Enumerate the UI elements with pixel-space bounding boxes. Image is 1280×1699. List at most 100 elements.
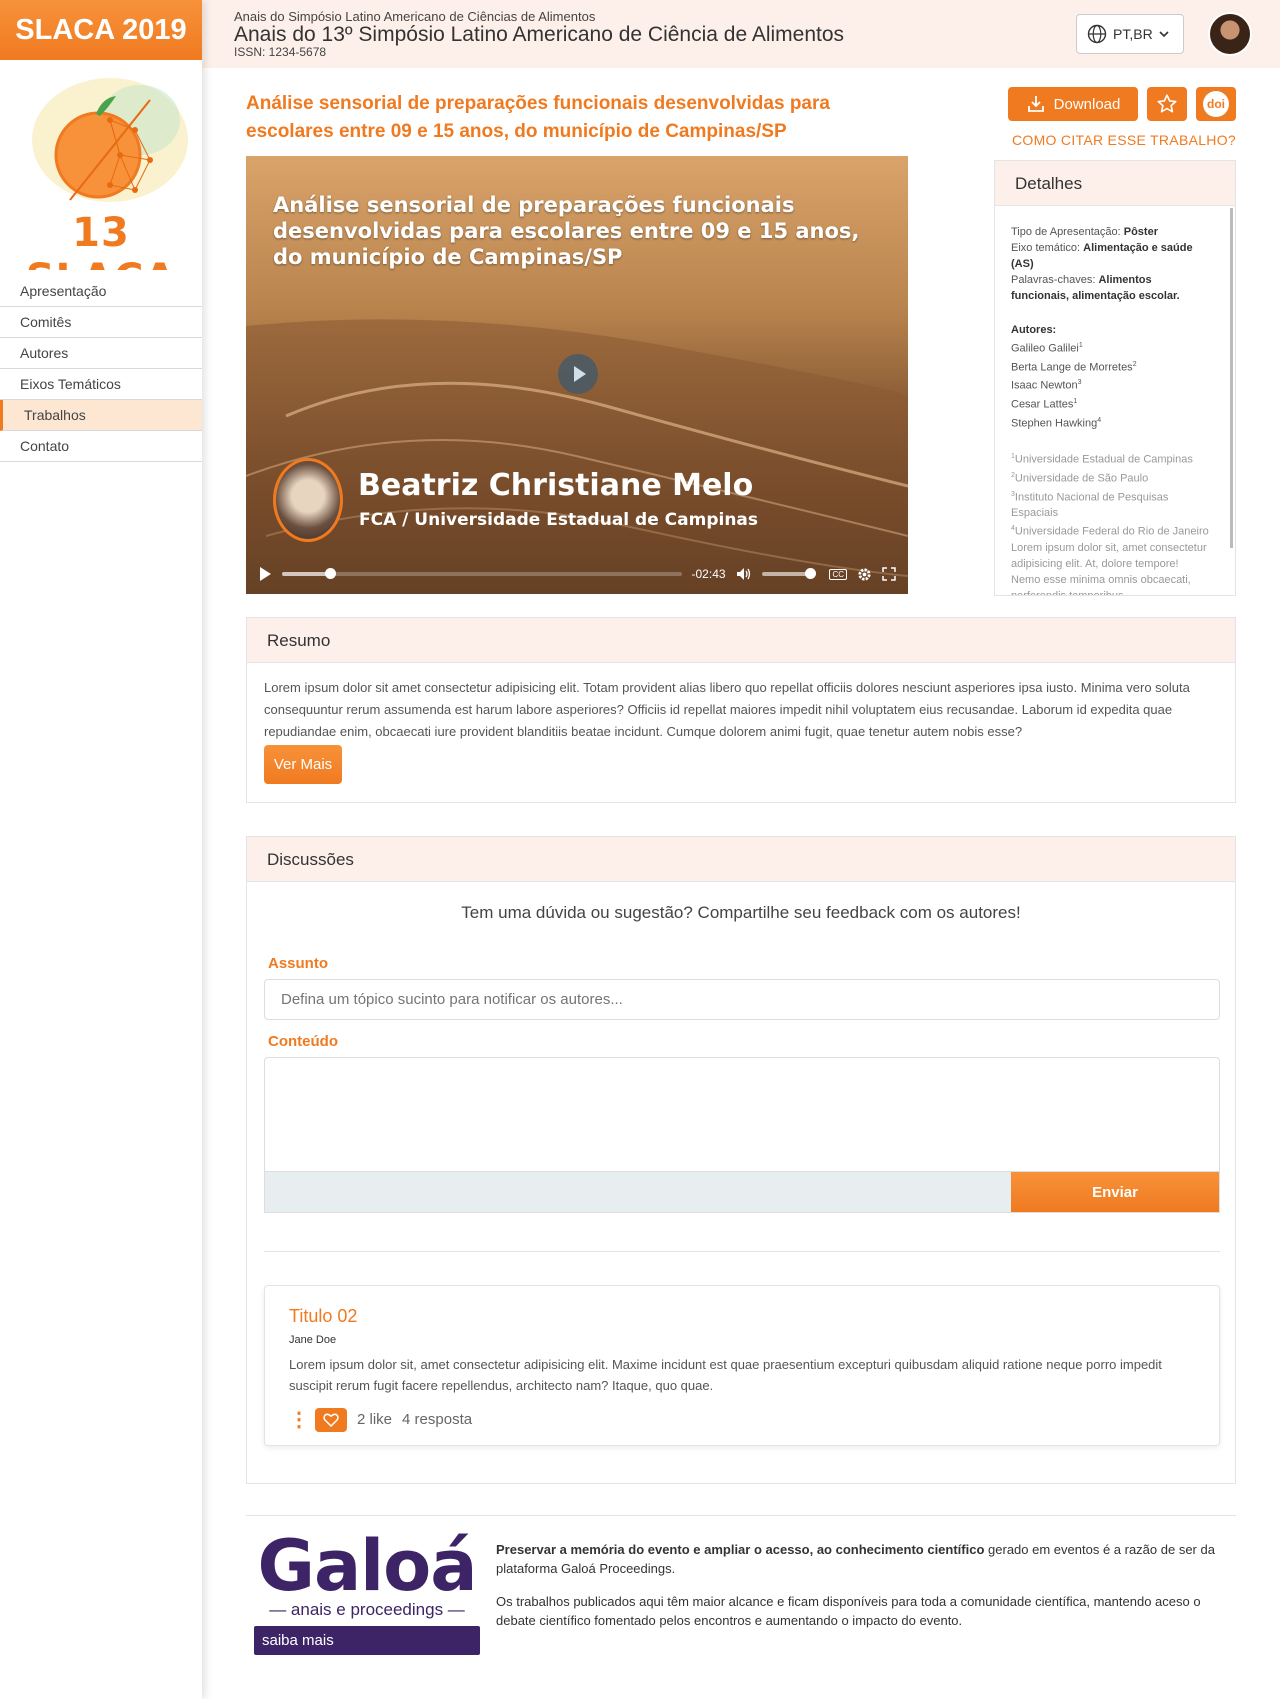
sidebar-nav: Apresentação Comitês Autores Eixos Temát…: [0, 276, 202, 462]
galoa-logo: Galoá — anais e proceedings — saiba mais: [254, 1530, 480, 1655]
language-label: PT,BR: [1113, 26, 1153, 42]
assunto-input[interactable]: [264, 979, 1220, 1020]
conteudo-label: Conteúdo: [268, 1033, 338, 1050]
paper-actions: Download doi: [1008, 87, 1236, 121]
resumo-panel: Resumo Lorem ipsum dolor sit amet consec…: [246, 617, 1236, 803]
star-icon: [1157, 94, 1177, 113]
details-heading: Detalhes: [995, 161, 1235, 206]
speaker-name: Beatriz Christiane Melo: [358, 468, 754, 503]
author-item[interactable]: Berta Lange de Morretes2: [1011, 357, 1209, 376]
logo-text: 13 SLACA: [26, 210, 176, 270]
comment-card: Titulo 02 Jane Doe Lorem ipsum dolor sit…: [264, 1285, 1220, 1446]
author-item[interactable]: Galileo Galilei1: [1011, 338, 1209, 357]
galoa-wordmark: Galoá: [257, 1525, 477, 1607]
language-selector[interactable]: PT,BR: [1076, 14, 1184, 54]
replies-link[interactable]: 4 resposta: [402, 1411, 472, 1428]
top-header: Anais do Simpósio Latino Americano de Ci…: [202, 0, 1280, 68]
divider: [264, 1251, 1220, 1252]
comment-author: Jane Doe: [289, 1334, 337, 1346]
settings-icon[interactable]: [857, 567, 872, 582]
affiliation-item: 2Universidade de São Paulo: [1011, 471, 1149, 485]
affiliation-item: 4Universidade Federal do Rio de Janeiro: [1011, 525, 1209, 538]
video-title: Análise sensorial de preparações funcion…: [273, 193, 860, 269]
globe-icon: [1087, 24, 1107, 44]
doi-button[interactable]: doi: [1196, 87, 1236, 121]
comment-text: Lorem ipsum dolor sit, amet consectetur …: [289, 1357, 1162, 1393]
conteudo-textarea[interactable]: [264, 1057, 1220, 1173]
speaker-institution: FCA / Universidade Estadual de Campinas: [359, 510, 759, 530]
video-play-overlay[interactable]: [558, 354, 598, 394]
heart-icon: [323, 1413, 339, 1427]
discussoes-panel: Discussões Tem uma dúvida ou sugestão? C…: [246, 836, 1236, 1484]
volume-slider[interactable]: [761, 568, 817, 579]
header-title: Anais do 13º Simpósio Latino Americano d…: [234, 23, 845, 46]
discussoes-heading: Discussões: [247, 837, 1235, 882]
download-icon: [1027, 96, 1044, 112]
sidebar-item-apresentacao[interactable]: Apresentação: [0, 276, 202, 307]
tipo-row: Tipo de Apresentação: Pôster: [1011, 226, 1158, 238]
cite-link[interactable]: COMO CITAR ESSE TRABALHO?: [1008, 132, 1236, 148]
comment-title[interactable]: Titulo 02: [289, 1306, 357, 1327]
fullscreen-icon[interactable]: [882, 567, 896, 581]
video-progress-fill: [281, 572, 330, 576]
details-scrollbar[interactable]: [1230, 208, 1233, 548]
header-issn: ISSN: 1234-5678: [234, 45, 327, 59]
volume-icon[interactable]: [736, 567, 752, 581]
sidebar-item-trabalhos[interactable]: Trabalhos: [0, 400, 202, 431]
captions-button[interactable]: CC: [829, 568, 848, 580]
user-avatar[interactable]: [1208, 12, 1252, 56]
discussion-prompt: Tem uma dúvida ou sugestão? Compartilhe …: [461, 903, 1021, 922]
comment-actions: ⋮ 2 like 4 resposta: [289, 1407, 472, 1432]
ver-mais-button[interactable]: Ver Mais: [264, 745, 342, 784]
footer-divider: [246, 1515, 1236, 1516]
author-item[interactable]: Isaac Newton3: [1011, 375, 1209, 394]
event-logo: 13 SLACA: [0, 60, 202, 270]
composer-toolbar: Enviar: [264, 1171, 1220, 1213]
sidebar-item-contato[interactable]: Contato: [0, 431, 202, 462]
footer-paragraph-2: Os trabalhos publicados aqui têm maior a…: [496, 1594, 1201, 1628]
affiliation-item: 3Instituto Nacional de Pesquisas Espacia…: [1011, 490, 1169, 520]
resumo-body: Lorem ipsum dolor sit amet consectetur a…: [247, 663, 1235, 798]
brand-title[interactable]: SLACA 2019: [0, 0, 202, 60]
favorite-button[interactable]: [1147, 87, 1187, 121]
likes-count: 2 like: [357, 1411, 393, 1428]
video-player[interactable]: Análise sensorial de preparações funcion…: [246, 156, 908, 594]
palavras-row: Palavras-chaves: Alimentos funcionais, a…: [1011, 274, 1180, 302]
video-time: -02:43: [691, 567, 726, 581]
speaker-photo: [273, 458, 343, 542]
kebab-icon[interactable]: ⋮: [289, 1407, 309, 1432]
volume-handle[interactable]: [805, 568, 817, 579]
details-panel: Detalhes Tipo de Apresentação: Pôster Ei…: [994, 160, 1236, 596]
video-progress-bar[interactable]: [281, 568, 682, 579]
video-progress-handle[interactable]: [324, 568, 336, 579]
doi-label: doi: [1203, 91, 1229, 117]
details-body[interactable]: Tipo de Apresentação: Pôster Eixo temáti…: [995, 206, 1235, 595]
enviar-button[interactable]: Enviar: [1011, 1172, 1219, 1212]
sidebar: SLACA 2019 13 SLACA Apresentação Comitês…: [0, 0, 202, 1699]
author-item[interactable]: Cesar Lattes1: [1011, 394, 1209, 413]
details-extra-text: Lorem ipsum dolor sit, amet consectetur …: [1011, 541, 1207, 595]
footer-text: Preservar a memória do evento e ampliar …: [496, 1540, 1236, 1644]
paper-title: Análise sensorial de preparações funcion…: [246, 93, 830, 142]
download-button[interactable]: Download: [1008, 87, 1138, 121]
play-icon: [574, 366, 586, 382]
galoa-tagline: — anais e proceedings —: [269, 1600, 465, 1619]
footer-paragraph-1: Preservar a memória do evento e ampliar …: [496, 1542, 1215, 1576]
sidebar-item-comites[interactable]: Comitês: [0, 307, 202, 338]
autores-heading: Autores:: [1011, 324, 1057, 336]
video-controls: -02:43 CC: [246, 554, 908, 594]
like-button[interactable]: [315, 1407, 347, 1432]
author-item[interactable]: Stephen Hawking4: [1011, 413, 1209, 432]
assunto-label: Assunto: [268, 955, 328, 972]
download-label: Download: [1053, 95, 1121, 113]
sidebar-item-eixos-tematicos[interactable]: Eixos Temáticos: [0, 369, 202, 400]
saiba-mais-button[interactable]: saiba mais: [254, 1626, 480, 1655]
chevron-down-icon: [1159, 31, 1169, 38]
header-subtitle: Anais do Simpósio Latino Americano de Ci…: [234, 9, 596, 24]
resumo-heading: Resumo: [247, 618, 1235, 663]
resumo-text: Lorem ipsum dolor sit amet consectetur a…: [264, 680, 1190, 739]
sidebar-item-autores[interactable]: Autores: [0, 338, 202, 369]
play-icon[interactable]: [258, 566, 272, 582]
affiliation-item: 1Universidade Estadual de Campinas: [1011, 453, 1193, 466]
eixo-row: Eixo temático: Alimentação e saúde (AS): [1011, 242, 1193, 270]
